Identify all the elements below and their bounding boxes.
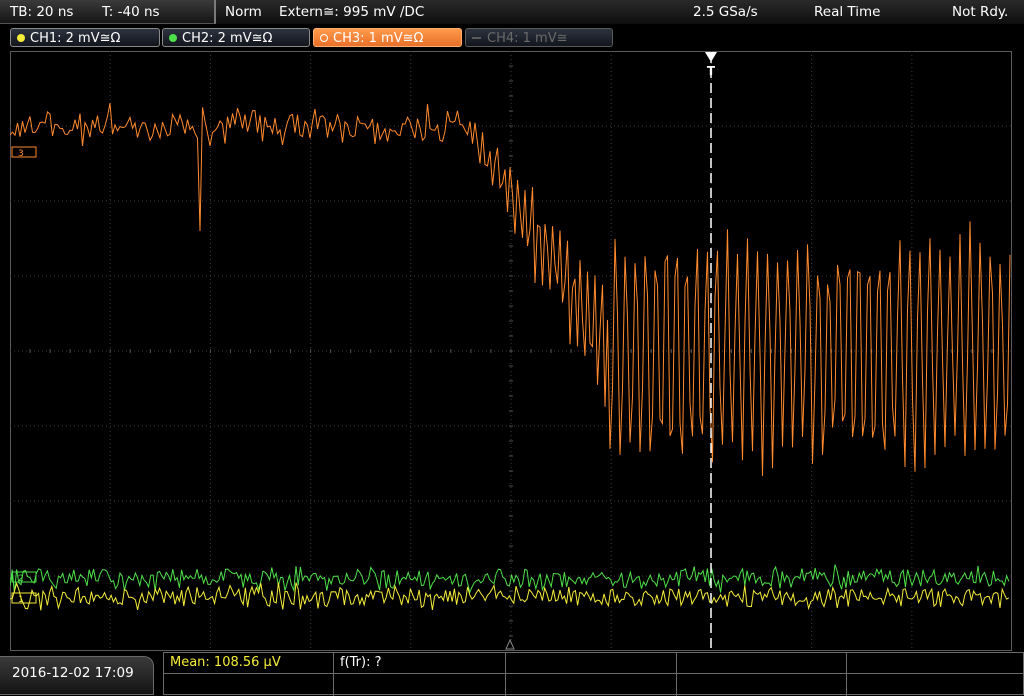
timebase-panel[interactable]: TB: 20 ns T: -40 ns xyxy=(0,0,216,24)
datetime: 2016-12-02 17:09 xyxy=(12,665,134,681)
sample-rate: 2.5 GSa/s xyxy=(693,4,758,20)
acquisition-mode: Real Time xyxy=(814,4,881,20)
datetime-panel: 2016-12-02 17:09 xyxy=(0,656,154,695)
channel-3-marker[interactable]: 3 xyxy=(11,146,37,159)
trigger-mode[interactable]: Norm xyxy=(225,0,262,24)
measurement-divider xyxy=(676,653,677,696)
measurement-divider xyxy=(846,653,847,696)
trigger-marker: T xyxy=(707,64,716,78)
channel-1-label: CH1: 2 mV≅Ω xyxy=(30,31,121,46)
trigger-status: Not Rdy. xyxy=(952,4,1009,20)
status-bar: TB: 20 ns T: -40 ns Norm Extern≅: 995 mV… xyxy=(0,0,1024,24)
channel-4-label: CH4: 1 mV≅ xyxy=(487,31,568,46)
channel-3-trace xyxy=(10,103,1011,476)
waveform-display[interactable]: T 3 2 1 xyxy=(10,51,1012,651)
timebase-readout: TB: 20 ns xyxy=(10,4,74,20)
channel-1-marker[interactable]: 1 xyxy=(11,592,37,605)
channel-3-label: CH3: 1 mV≅Ω xyxy=(333,31,424,46)
channel-1-marker-label: 1 xyxy=(18,595,24,605)
trigger-arrow-icon[interactable] xyxy=(705,52,717,62)
measurement-panel[interactable]: Mean: 108.56 µV f(Tr): ? xyxy=(163,652,1024,696)
channel-2-button[interactable]: CH2: 2 mV≅Ω xyxy=(162,28,310,47)
frequency-measurement: f(Tr): ? xyxy=(340,655,382,670)
trigger-source[interactable]: Extern≅: 995 mV ∕DC xyxy=(279,0,424,24)
measurement-divider xyxy=(333,653,334,696)
channel-2-indicator-icon xyxy=(169,34,177,42)
channel-2-marker-label: 2 xyxy=(18,574,24,584)
channel-3-marker-label: 3 xyxy=(18,149,24,159)
channel-4-button[interactable]: CH4: 1 mV≅ xyxy=(465,28,613,47)
trigger-offset-readout: T: -40 ns xyxy=(102,4,160,20)
channel-2-label: CH2: 2 mV≅Ω xyxy=(182,31,273,46)
measurement-divider xyxy=(505,653,506,696)
channel-1-button[interactable]: CH1: 2 mV≅Ω xyxy=(10,28,160,47)
graticule xyxy=(10,51,1012,651)
channel-3-indicator-icon xyxy=(320,34,328,42)
time-reference-icon xyxy=(505,638,515,650)
channel-4-off-icon xyxy=(472,37,481,39)
waveform-svg: T 3 2 1 xyxy=(10,51,1012,651)
channel-3-button[interactable]: CH3: 1 mV≅Ω xyxy=(313,28,462,47)
bottom-bar: 2016-12-02 17:09 Mean: 108.56 µV f(Tr): … xyxy=(0,652,1024,696)
channel-1-indicator-icon xyxy=(17,34,25,42)
channel-bar: CH1: 2 mV≅Ω CH2: 2 mV≅Ω CH3: 1 mV≅Ω CH4:… xyxy=(0,25,1024,49)
measurement-divider xyxy=(164,673,1023,674)
mean-measurement: Mean: 108.56 µV xyxy=(170,655,281,670)
